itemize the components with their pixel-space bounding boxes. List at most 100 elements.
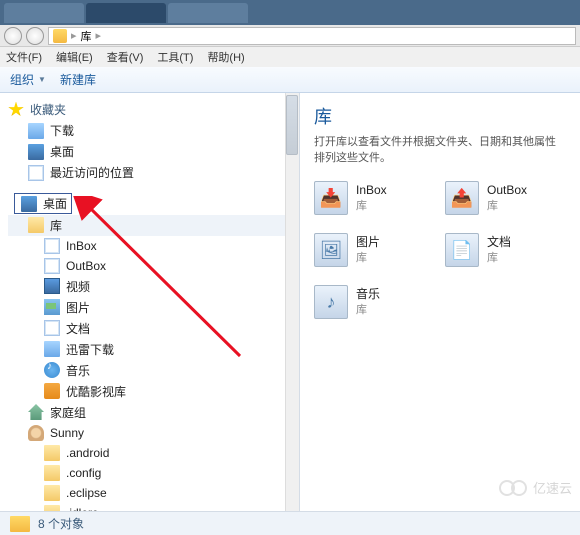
tree-item-desktop-boxed[interactable]: 桌面 [14,193,72,214]
tree-item-music[interactable]: 音乐 [8,360,299,381]
video-library-icon [44,383,60,399]
music-icon [44,362,60,378]
tree-item-libraries[interactable]: 库 [8,215,299,236]
library-item-inbox[interactable]: 📥 InBox 库 [314,181,435,215]
desktop-icon [21,196,37,212]
tree-item-label: 音乐 [66,362,90,379]
video-icon [44,278,60,294]
page-subtitle: 打开库以查看文件并根据文件夹、日期和其他属性排列这些文件。 [314,133,566,165]
toolbar-organize[interactable]: 组织 ▼ [10,71,46,88]
star-icon [8,102,24,118]
tree-item-documents[interactable]: 文档 [8,318,299,339]
library-icon [28,217,44,233]
document-icon [28,165,44,181]
menu-tools[interactable]: 工具(T) [157,49,193,65]
tree-item-user[interactable]: Sunny [8,423,299,443]
toolbar: 组织 ▼ 新建库 [0,67,580,93]
tree-group-desktop: 桌面 库 InBox OutBox 视频 图片 文档 迅雷下载 音乐 优酷影视库… [8,193,299,511]
desktop-icon [28,144,44,160]
picture-icon [44,299,60,315]
breadcrumb-item[interactable]: 库 [81,28,92,44]
scrollbar-thumb[interactable] [286,95,298,155]
scrollbar[interactable] [285,93,299,511]
page-title: 库 [314,103,566,129]
folder-icon [10,516,30,532]
menu-file[interactable]: 文件(F) [6,49,42,65]
tree-item-video[interactable]: 视频 [8,276,299,297]
library-item-name: InBox [356,183,387,199]
library-icon [53,29,67,43]
tree-item-label: OutBox [66,259,106,273]
folder-icon [44,485,60,501]
tree-item-outbox[interactable]: OutBox [8,256,299,276]
toolbar-label: 新建库 [60,71,96,88]
browser-tab[interactable] [4,3,84,23]
tree-item-label: 优酷影视库 [66,383,126,400]
menu-view[interactable]: 查看(V) [107,49,144,65]
tree-item-label: 迅雷下载 [66,341,114,358]
main-area: 收藏夹 下载 桌面 最近访问的位置 桌面 [0,93,580,511]
tree-item-recent[interactable]: 最近访问的位置 [8,162,299,183]
tree-item-homegroup[interactable]: 家庭组 [8,402,299,423]
tree-item-folder[interactable]: .config [8,463,299,483]
tree-heading-label: 收藏夹 [30,101,66,118]
browser-tab[interactable] [86,3,166,23]
breadcrumb-sep: ▸ [96,29,102,42]
library-item-icon: 🖼 [314,233,348,267]
document-icon [44,320,60,336]
tree-item-folder[interactable]: .idlerc [8,503,299,512]
tree-heading-favorites[interactable]: 收藏夹 [8,99,299,120]
document-icon [44,238,60,254]
tree-group-favorites: 收藏夹 下载 桌面 最近访问的位置 [8,99,299,183]
tree-item-folder[interactable]: .android [8,443,299,463]
tree-item-downloads[interactable]: 下载 [8,120,299,141]
tree-item-label: 库 [50,217,62,234]
document-icon [44,258,60,274]
library-item-type: 库 [356,199,387,213]
library-item-type: 库 [356,251,380,265]
tree-item-label: 桌面 [50,143,74,160]
browser-tabs [0,0,580,25]
library-grid: 📥 InBox 库 📤 OutBox 库 🖼 图片 库 [314,181,566,319]
library-item-name: 文档 [487,235,511,251]
toolbar-new-library[interactable]: 新建库 [60,71,96,88]
library-item-type: 库 [487,251,511,265]
navigation-tree: 收藏夹 下载 桌面 最近访问的位置 桌面 [0,93,299,511]
folder-icon [44,505,60,512]
folder-icon [44,445,60,461]
tree-item-youku[interactable]: 优酷影视库 [8,381,299,402]
tree-item-label: 视频 [66,278,90,295]
tree-item-label: Sunny [50,426,84,440]
tree-item-desktop[interactable]: 桌面 [8,141,299,162]
homegroup-icon [28,404,44,420]
library-item-music[interactable]: ♪ 音乐 库 [314,285,435,319]
tree-item-inbox[interactable]: InBox [8,236,299,256]
browser-tab[interactable] [168,3,248,23]
menu-help[interactable]: 帮助(H) [207,49,244,65]
library-item-outbox[interactable]: 📤 OutBox 库 [445,181,566,215]
menu-bar: 文件(F) 编辑(E) 查看(V) 工具(T) 帮助(H) [0,47,580,67]
folder-icon [28,123,44,139]
tree-item-pictures[interactable]: 图片 [8,297,299,318]
library-item-text: 文档 库 [487,235,511,265]
content-panel: 库 打开库以查看文件并根据文件夹、日期和其他属性排列这些文件。 📥 InBox … [300,93,580,511]
library-item-type: 库 [487,199,527,213]
library-item-pictures[interactable]: 🖼 图片 库 [314,233,435,267]
tree-item-label: 图片 [66,299,90,316]
tree-item-label: 最近访问的位置 [50,164,134,181]
library-item-name: 图片 [356,235,380,251]
status-bar: 8 个对象 [0,511,580,535]
tree-item-xunlei[interactable]: 迅雷下载 [8,339,299,360]
library-item-text: 图片 库 [356,235,380,265]
library-item-documents[interactable]: 📄 文档 库 [445,233,566,267]
forward-button[interactable] [26,27,44,45]
tree-item-label: .config [66,466,101,480]
menu-edit[interactable]: 编辑(E) [56,49,93,65]
library-item-type: 库 [356,303,380,317]
tree-item-label: .eclipse [66,486,107,500]
chevron-down-icon: ▼ [38,75,46,84]
tree-item-folder[interactable]: .eclipse [8,483,299,503]
tree-item-label: 下载 [50,122,74,139]
address-bar[interactable]: ▸ 库 ▸ [48,27,576,45]
back-button[interactable] [4,27,22,45]
